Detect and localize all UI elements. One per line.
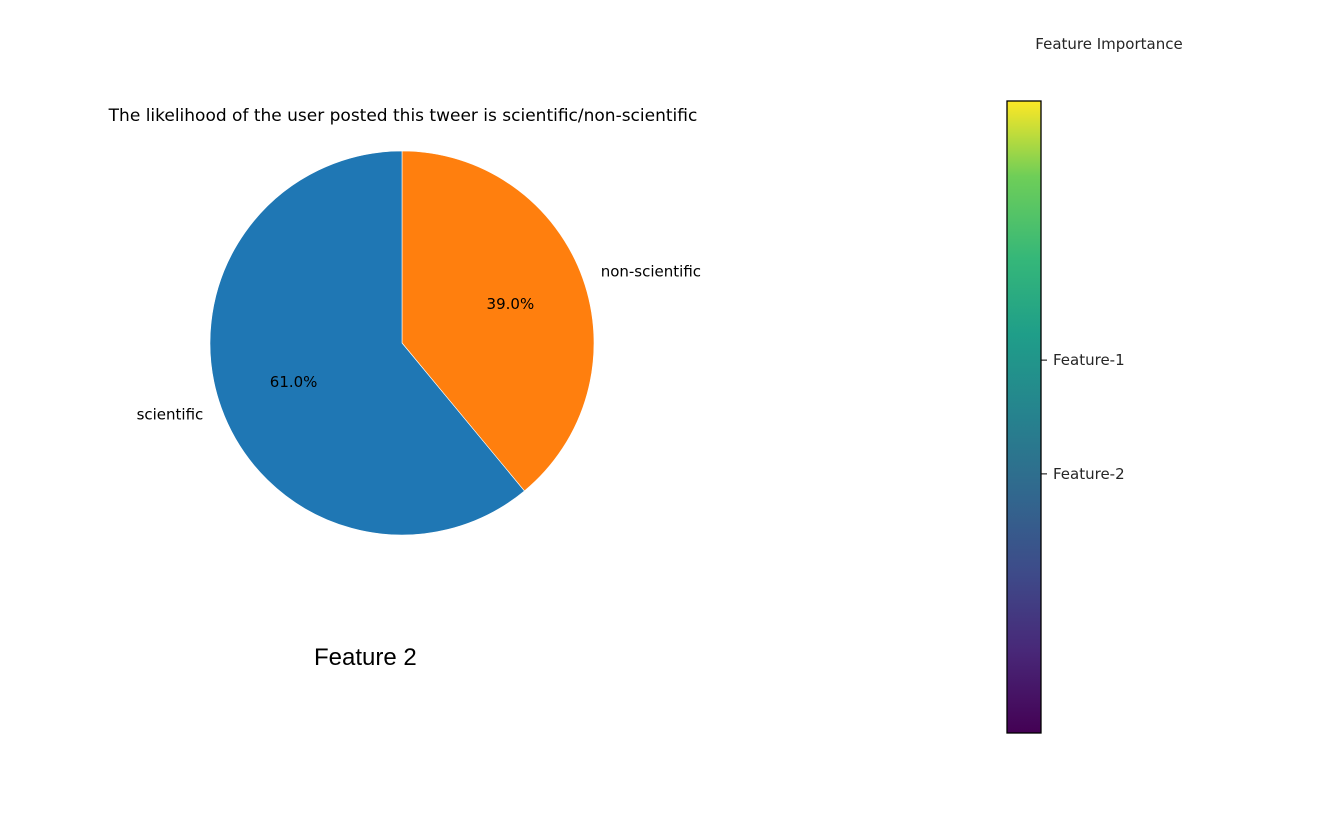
pie-category-label: scientific (137, 406, 204, 424)
colorbar-ticks: Feature-1 Feature-2 (1041, 351, 1125, 483)
colorbar-tick-label: Feature-2 (1053, 465, 1125, 483)
pie-title: The likelihood of the user posted this t… (108, 106, 698, 126)
colorbar-title: Feature Importance (1035, 35, 1182, 53)
pie-chart: 39.0% non-scientific 61.0% scientific (137, 150, 701, 536)
colorbar-tick-label: Feature-1 (1053, 351, 1125, 369)
caption: Feature 2 (314, 644, 417, 671)
chart-canvas: The likelihood of the user posted this t… (108, 35, 1183, 734)
pie-value-label: 39.0% (487, 295, 535, 313)
pie-category-label: non-scientific (601, 262, 701, 280)
pie-value-label: 61.0% (270, 373, 318, 391)
colorbar (1006, 100, 1042, 734)
